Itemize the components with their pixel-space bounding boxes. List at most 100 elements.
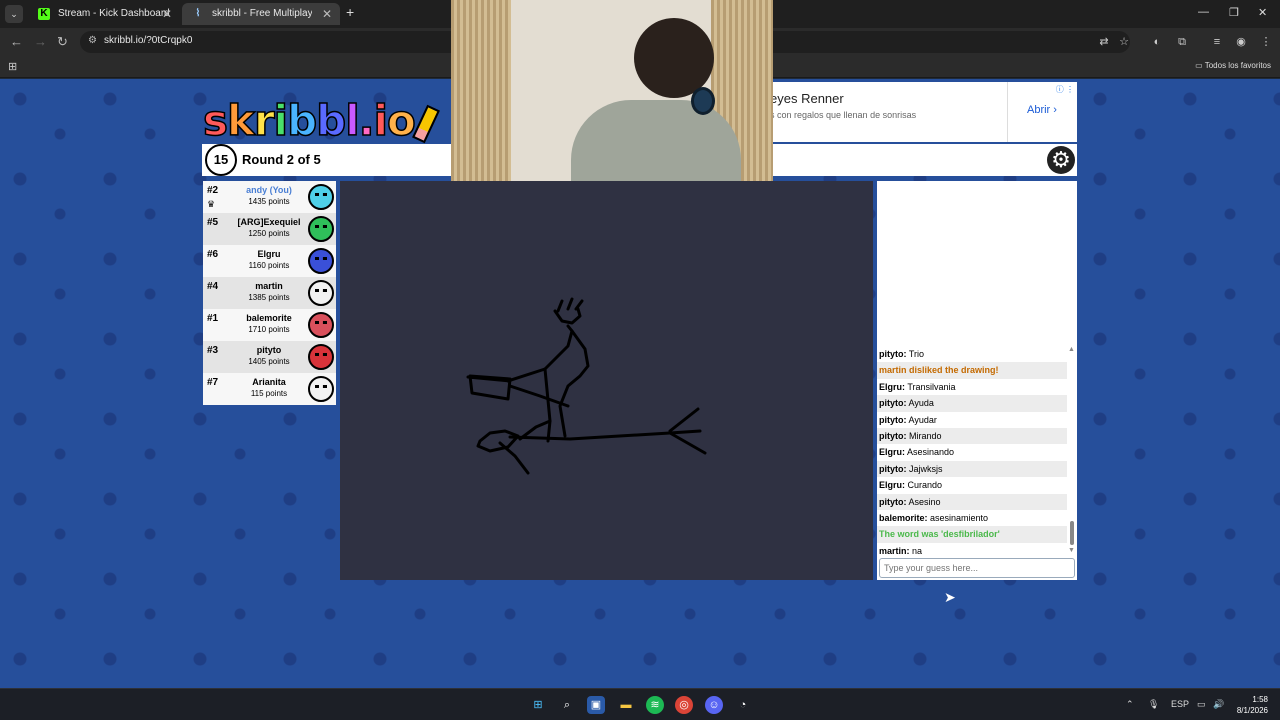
all-bookmarks-label: Todos los favoritos (1204, 61, 1271, 70)
windows-start-icon[interactable]: ⊞ (529, 696, 547, 714)
player-avatar-icon (308, 216, 334, 242)
webcam-overlay (451, 0, 773, 181)
close-tab-icon[interactable]: ✕ (162, 3, 172, 25)
streamer-shirt (571, 100, 741, 181)
microphone-icon[interactable]: 🎙 (1148, 699, 1159, 710)
player-avatar-icon (308, 344, 334, 370)
profile-icon[interactable]: ◉ (1234, 35, 1248, 49)
skribbl-logo: skribbl.io (202, 95, 440, 146)
search-icon[interactable]: ⌕ (558, 696, 576, 714)
url-text: skribbl.io/?0tCrqpk0 (104, 35, 193, 46)
guess-input[interactable] (879, 558, 1075, 578)
player-row[interactable]: #7 Arianita 115 points (203, 373, 336, 405)
obs-icon[interactable]: ◔ (734, 696, 752, 714)
discord-icon[interactable]: ☺ (705, 696, 723, 714)
media-control-icon[interactable]: ≡ (1210, 35, 1224, 49)
all-bookmarks-link[interactable]: ▭ Todos los favoritos (1195, 61, 1271, 70)
ad-title: eyes Renner (770, 91, 844, 106)
player-rank: #7 (207, 377, 219, 388)
chat-author: Elgru: (879, 447, 905, 458)
language-indicator[interactable]: ESP (1171, 699, 1189, 709)
close-window-button[interactable]: ✕ (1258, 6, 1267, 19)
extensions-puzzle-icon[interactable]: ⧉ (1175, 35, 1189, 49)
player-row[interactable]: #1 balemorite 1710 points (203, 309, 336, 341)
player-name: pityto (256, 345, 282, 355)
menu-kebab-icon[interactable]: ⋮ (1259, 35, 1273, 49)
player-row[interactable]: #6 Elgru 1160 points (203, 245, 336, 277)
mouse-cursor-icon: ➤ (944, 589, 956, 605)
chat-text: Curando (907, 480, 943, 491)
system-clock[interactable]: 1:58 8/1/2026 (1237, 694, 1268, 716)
scroll-up-icon[interactable]: ▲ (1068, 346, 1075, 353)
apps-grid-icon[interactable]: ⊞ (8, 60, 17, 73)
chat-text: Asesinando (907, 447, 955, 458)
tab-kick-dashboard[interactable]: K Stream - Kick Dashboard ✕ (28, 3, 180, 25)
advertisement[interactable]: eyes Renner s con regalos que llenan de … (770, 82, 1077, 142)
player-points: 1710 points (248, 325, 290, 334)
kick-icon: K (38, 8, 50, 20)
chat-author: pityto: (879, 398, 907, 409)
scrollbar-thumb[interactable] (1070, 521, 1074, 545)
site-info-icon[interactable]: ⚙ (88, 35, 100, 47)
network-icon[interactable]: ▭ (1197, 699, 1206, 710)
new-tab-button[interactable]: + (346, 4, 354, 20)
chat-author: pityto: (879, 496, 907, 507)
spotify-icon[interactable]: ≋ (646, 696, 664, 714)
player-row[interactable]: #3 pityto 1405 points (203, 341, 336, 373)
scroll-down-icon[interactable]: ▼ (1068, 547, 1075, 554)
chat-author: pityto: (879, 414, 907, 425)
player-avatar-icon (308, 312, 334, 338)
chat-text: Ayudar (908, 414, 937, 425)
player-points: 115 points (250, 389, 288, 398)
chat-message: pityto: Asesino (877, 493, 1067, 510)
chat-scrollbar[interactable]: ▲ ▼ (1068, 346, 1075, 555)
player-rank: #6 (207, 249, 219, 260)
tab-title: skribbl - Free Multiplayer Draw (212, 8, 312, 19)
drawing-canvas[interactable] (340, 181, 873, 580)
restore-button[interactable]: ❐ (1229, 6, 1239, 19)
bamboo-blind (451, 0, 511, 181)
chat-messages: pityto: Trio martin disliked the drawing!… (877, 346, 1067, 559)
player-points: 1160 points (248, 261, 290, 270)
tab-skribbl[interactable]: ⌇ skribbl - Free Multiplayer Draw ✕ (182, 3, 340, 25)
chat-author: martin: (879, 545, 910, 556)
translate-icon[interactable]: ⇄ (1097, 35, 1111, 49)
windows-taskbar: ⊞ ⌕ ▣ ▬ ≋ ◎ ☺ ◔ ⌃ 🎙 ESP ▭ 🔊 1:58 8/1/202… (0, 688, 1280, 720)
player-name: Arianita (252, 377, 286, 387)
volume-icon[interactable]: 🔊 (1213, 699, 1224, 710)
extension-icon[interactable]: ◐ (1150, 35, 1164, 49)
timer-clock-icon: 15 (205, 144, 237, 176)
settings-gear-icon[interactable]: ⚙ (1047, 146, 1075, 174)
close-tab-icon[interactable]: ✕ (322, 3, 332, 25)
player-row[interactable]: #4 martin 1385 points (203, 277, 336, 309)
reload-button[interactable]: ↻ (57, 34, 68, 50)
chat-author: Elgru: (879, 480, 905, 491)
player-rank: #2 (207, 185, 219, 196)
player-list: #2 ♛ andy (You) 1435 points #5 [ARG]Exequiel 1… (203, 181, 336, 405)
ad-info-icon[interactable]: ⓘ ⋮ (1056, 84, 1074, 95)
file-explorer-icon[interactable]: ▬ (617, 696, 635, 714)
player-points: 1435 points (248, 197, 290, 206)
chat-text: na (912, 545, 923, 556)
chat-message: balemorite: asesinamiento (877, 510, 1067, 526)
crown-icon: ♛ (207, 199, 216, 209)
chrome-icon[interactable]: ◎ (675, 696, 693, 714)
player-name: Elgru (257, 249, 281, 259)
player-name: [ARG]Exequiel (237, 217, 301, 227)
chat-message: Elgru: Asesinando (877, 444, 1067, 460)
player-row[interactable]: #2 ♛ andy (You) 1435 points (203, 181, 336, 213)
back-button[interactable]: ← (10, 34, 23, 49)
player-rank: #4 (207, 281, 219, 292)
bookmark-star-icon[interactable]: ☆ (1117, 35, 1131, 49)
player-points: 1405 points (248, 357, 290, 366)
streamer-head (634, 18, 714, 98)
tab-title: Stream - Kick Dashboard (58, 8, 170, 19)
player-row[interactable]: #5 [ARG]Exequiel 1250 points (203, 213, 336, 245)
minimize-button[interactable]: — (1198, 6, 1209, 18)
tab-search-button[interactable]: ⌄ (5, 5, 23, 23)
chat-message: pityto: Mirando (877, 427, 1067, 445)
tray-chevron-icon[interactable]: ⌃ (1126, 699, 1134, 710)
forward-button[interactable]: → (34, 34, 47, 49)
player-rank: #1 (207, 313, 219, 324)
store-icon[interactable]: ▣ (587, 696, 605, 714)
